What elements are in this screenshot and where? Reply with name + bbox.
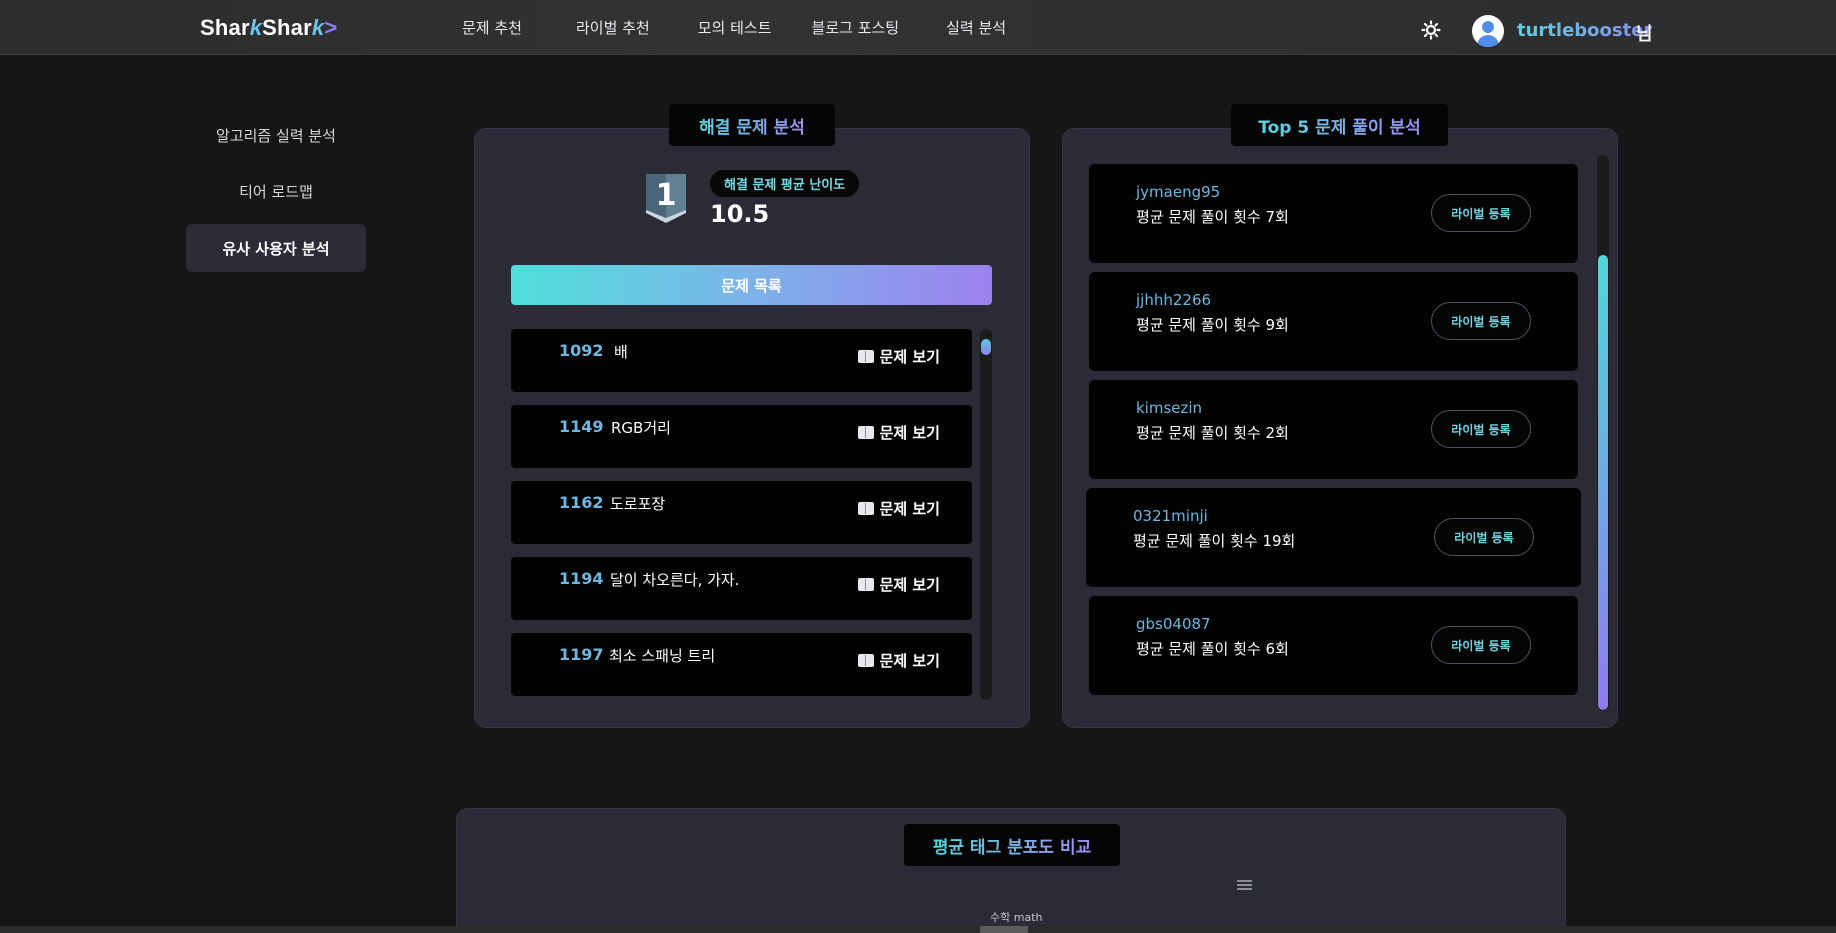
tag-distribution-title: 평균 태그 분포도 비교 bbox=[904, 824, 1120, 866]
sidebar-item-similar-users[interactable]: 유사 사용자 분석 bbox=[186, 224, 366, 272]
nav-rival-recommend[interactable]: 라이벌 추천 bbox=[576, 17, 650, 38]
logo-arrow: > bbox=[324, 15, 338, 40]
rival-list-scrollbar[interactable] bbox=[1597, 155, 1609, 711]
nav-mock-test[interactable]: 모의 테스트 bbox=[698, 17, 772, 38]
book-icon bbox=[857, 578, 874, 591]
rival-card: jjhhh2266 평균 문제 풀이 횟수 9회 라이벌 등록 bbox=[1089, 272, 1578, 371]
solved-analysis-title-text: 해결 문제 분석 bbox=[699, 113, 805, 138]
view-problem-button[interactable]: 문제 보기 bbox=[857, 346, 940, 367]
rival-card: gbs04087 평균 문제 풀이 횟수 6회 라이벌 등록 bbox=[1089, 596, 1578, 695]
view-problem-button[interactable]: 문제 보기 bbox=[857, 498, 940, 519]
problem-row: 1197 최소 스패닝 트리 문제 보기 bbox=[511, 633, 972, 696]
register-rival-button[interactable]: 라이벌 등록 bbox=[1434, 518, 1534, 556]
view-problem-label: 문제 보기 bbox=[879, 652, 940, 670]
user-name[interactable]: turtlebooster bbox=[1517, 20, 1652, 41]
rival-solve-count: 평균 문제 풀이 횟수 19회 bbox=[1133, 532, 1296, 550]
rival-name: 0321minji bbox=[1133, 507, 1208, 525]
sidebar-item-tier-roadmap[interactable]: 티어 로드맵 bbox=[186, 167, 366, 215]
book-icon bbox=[857, 502, 874, 515]
logo-fin-2: k bbox=[311, 15, 325, 40]
avatar-head bbox=[1482, 21, 1494, 33]
book-icon bbox=[857, 654, 874, 667]
rival-name: jjhhh2266 bbox=[1136, 291, 1212, 309]
sun-icon bbox=[1421, 20, 1441, 40]
sharkshark-logo[interactable]: Shar k Shar k > bbox=[200, 14, 337, 42]
problem-name: 배 bbox=[614, 343, 628, 361]
view-problem-button[interactable]: 문제 보기 bbox=[857, 650, 940, 671]
rival-solve-count: 평균 문제 풀이 횟수 9회 bbox=[1136, 316, 1289, 334]
view-problem-button[interactable]: 문제 보기 bbox=[857, 574, 940, 595]
problem-list-scrollbar[interactable] bbox=[980, 329, 992, 700]
user-suffix: 님 bbox=[1636, 24, 1653, 45]
top-header: Shar k Shar k > 문제 추천 라이벌 추천 모의 테스트 블로그 포스팅 … bbox=[0, 0, 1836, 55]
avg-difficulty-label: 해결 문제 평균 난이도 bbox=[710, 170, 860, 197]
book-icon bbox=[857, 350, 874, 363]
problem-name: 달이 차오른다, 가자. bbox=[610, 571, 740, 589]
rival-name: gbs04087 bbox=[1136, 615, 1211, 633]
rival-list-scroll-thumb[interactable] bbox=[1598, 255, 1608, 710]
register-rival-button[interactable]: 라이벌 등록 bbox=[1431, 302, 1531, 340]
problem-row: 1092 배 문제 보기 bbox=[511, 329, 972, 392]
nav-blog-posting[interactable]: 블로그 포스팅 bbox=[812, 17, 900, 38]
sidebar-item-algorithm-analysis[interactable]: 알고리즘 실력 분석 bbox=[186, 111, 366, 159]
problem-row: 1162 도로포장 문제 보기 bbox=[511, 481, 972, 544]
logo-fin-1: k bbox=[249, 15, 263, 40]
register-rival-button[interactable]: 라이벌 등록 bbox=[1431, 410, 1531, 448]
view-problem-label: 문제 보기 bbox=[879, 348, 940, 366]
rival-card: jymaeng95 평균 문제 풀이 횟수 7회 라이벌 등록 bbox=[1089, 164, 1578, 263]
rival-name: kimsezin bbox=[1136, 399, 1203, 417]
problem-name: 최소 스패닝 트리 bbox=[609, 647, 716, 665]
view-problem-label: 문제 보기 bbox=[879, 424, 940, 442]
nav-problem-recommend[interactable]: 문제 추천 bbox=[462, 17, 522, 38]
logo-text-2: Shar bbox=[262, 15, 312, 40]
tag-label: 수학 math bbox=[990, 911, 1043, 924]
problem-id: 1194 bbox=[559, 569, 604, 588]
top5-analysis-title-text: Top 5 문제 풀이 분석 bbox=[1258, 113, 1421, 138]
rival-card: kimsezin 평균 문제 풀이 횟수 2회 라이벌 등록 bbox=[1089, 380, 1578, 479]
rival-card-hovered: 0321minji 평균 문제 풀이 횟수 19회 라이벌 등록 bbox=[1086, 488, 1581, 587]
horizontal-scrollbar[interactable] bbox=[0, 926, 1836, 933]
rival-name: jymaeng95 bbox=[1136, 183, 1221, 201]
menu-icon[interactable] bbox=[1237, 880, 1252, 891]
register-rival-button[interactable]: 라이벌 등록 bbox=[1431, 194, 1531, 232]
problem-id: 1092 bbox=[559, 341, 604, 360]
avatar[interactable] bbox=[1472, 15, 1504, 47]
nav-skill-analysis[interactable]: 실력 분석 bbox=[946, 17, 1006, 38]
rival-solve-count: 평균 문제 풀이 횟수 7회 bbox=[1136, 208, 1289, 226]
tier-number: 1 bbox=[656, 178, 677, 213]
problem-name: 도로포장 bbox=[610, 495, 666, 513]
avg-difficulty-value: 10.5 bbox=[710, 200, 770, 228]
register-rival-button[interactable]: 라이벌 등록 bbox=[1431, 626, 1531, 664]
view-problem-label: 문제 보기 bbox=[879, 500, 940, 518]
tier-badge-icon: 1 bbox=[646, 174, 686, 223]
problem-name: RGB거리 bbox=[611, 419, 671, 437]
top5-analysis-title: Top 5 문제 풀이 분석 bbox=[1231, 104, 1448, 146]
problem-id: 1162 bbox=[559, 493, 604, 512]
view-problem-button[interactable]: 문제 보기 bbox=[857, 422, 940, 443]
avatar-body bbox=[1477, 35, 1499, 47]
main-nav: 문제 추천 라이벌 추천 모의 테스트 블로그 포스팅 실력 분석 bbox=[462, 0, 1006, 55]
rival-solve-count: 평균 문제 풀이 횟수 2회 bbox=[1136, 424, 1289, 442]
solved-analysis-title: 해결 문제 분석 bbox=[669, 104, 835, 146]
theme-toggle-button[interactable] bbox=[1420, 19, 1442, 41]
problem-id: 1197 bbox=[559, 645, 604, 664]
view-problem-label: 문제 보기 bbox=[879, 576, 940, 594]
rival-solve-count: 평균 문제 풀이 횟수 6회 bbox=[1136, 640, 1289, 658]
book-icon bbox=[857, 426, 874, 439]
problem-list-scroll-thumb[interactable] bbox=[981, 339, 991, 355]
tag-distribution-title-text: 평균 태그 분포도 비교 bbox=[933, 833, 1092, 858]
problem-row: 1194 달이 차오른다, 가자. 문제 보기 bbox=[511, 557, 972, 620]
logo-text-1: Shar bbox=[200, 15, 250, 40]
horizontal-scroll-thumb[interactable] bbox=[980, 926, 1028, 933]
problem-row: 1149 RGB거리 문제 보기 bbox=[511, 405, 972, 468]
problem-id: 1149 bbox=[559, 417, 604, 436]
problem-list-button[interactable]: 문제 목록 bbox=[511, 265, 992, 305]
